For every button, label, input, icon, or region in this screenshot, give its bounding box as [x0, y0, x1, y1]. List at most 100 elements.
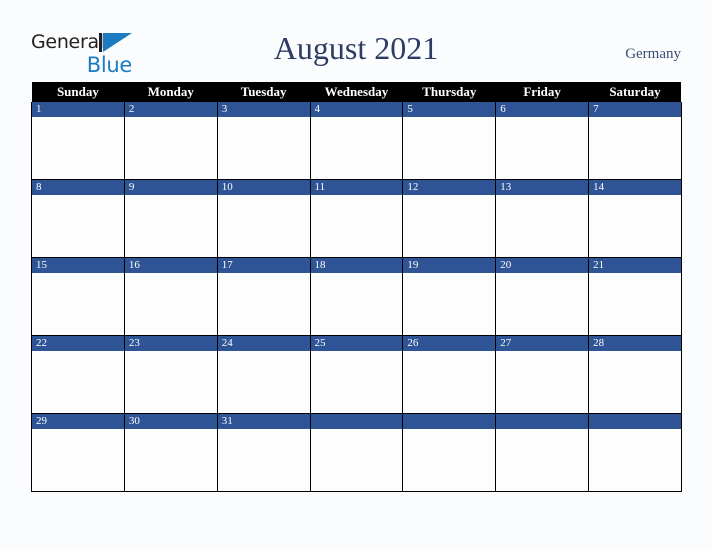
day-event-area[interactable] [32, 117, 124, 179]
calendar-day-cell[interactable]: 24 [216, 335, 311, 414]
day-event-area[interactable] [496, 117, 589, 179]
calendar-day-cell[interactable] [402, 413, 497, 492]
calendar-day-cell[interactable]: 29 [31, 413, 125, 492]
day-event-area[interactable] [32, 429, 124, 491]
day-event-area[interactable] [124, 351, 217, 413]
day-event-area[interactable] [217, 273, 310, 335]
day-number-band: 19 [403, 258, 496, 273]
calendar-day-cell[interactable]: 16 [123, 257, 218, 336]
day-number-band: 24 [217, 336, 310, 351]
day-number-band: 23 [124, 336, 217, 351]
day-event-area[interactable] [32, 195, 124, 257]
day-cell-inner: 11 [310, 180, 403, 257]
day-number-band: 11 [310, 180, 403, 195]
calendar-day-cell[interactable]: 7 [588, 102, 682, 180]
calendar-day-cell[interactable]: 15 [31, 257, 125, 336]
day-cell-inner [403, 414, 496, 491]
day-event-area[interactable] [310, 429, 403, 491]
day-event-area[interactable] [589, 117, 681, 179]
day-cell-inner: 10 [217, 180, 310, 257]
calendar-day-cell[interactable]: 17 [216, 257, 311, 336]
day-event-area[interactable] [496, 195, 589, 257]
calendar-day-cell[interactable]: 2 [123, 102, 218, 180]
day-number-band: 22 [32, 336, 124, 351]
day-cell-inner: 19 [403, 258, 496, 335]
calendar-day-cell[interactable]: 22 [31, 335, 125, 414]
day-number-band: 25 [310, 336, 403, 351]
calendar-day-cell[interactable]: 5 [402, 102, 497, 180]
calendar-day-cell[interactable]: 18 [309, 257, 404, 336]
day-cell-inner [496, 414, 589, 491]
calendar-day-cell[interactable]: 13 [495, 179, 590, 258]
calendar-day-cell[interactable]: 11 [309, 179, 404, 258]
calendar-header-row-group: Sunday Monday Tuesday Wednesday Thursday… [31, 82, 682, 102]
calendar-day-cell[interactable] [495, 413, 590, 492]
day-number-band: 1 [32, 102, 124, 117]
day-event-area[interactable] [217, 195, 310, 257]
calendar-day-cell[interactable]: 3 [216, 102, 311, 180]
calendar-day-cell[interactable]: 10 [216, 179, 311, 258]
day-event-area[interactable] [403, 195, 496, 257]
day-event-area[interactable] [32, 273, 124, 335]
day-event-area[interactable] [217, 429, 310, 491]
day-cell-inner: 16 [124, 258, 217, 335]
day-number-band: 30 [124, 414, 217, 429]
day-cell-inner: 12 [403, 180, 496, 257]
calendar-day-cell[interactable]: 12 [402, 179, 497, 258]
day-event-area[interactable] [124, 195, 217, 257]
calendar-day-cell[interactable]: 1 [31, 102, 125, 180]
day-event-area[interactable] [32, 351, 124, 413]
calendar-day-cell[interactable]: 31 [216, 413, 311, 492]
calendar-day-cell[interactable]: 26 [402, 335, 497, 414]
day-event-area[interactable] [589, 429, 681, 491]
day-cell-inner: 20 [496, 258, 589, 335]
day-number-band: 27 [496, 336, 589, 351]
calendar-day-cell[interactable]: 14 [588, 179, 682, 258]
calendar-day-cell[interactable]: 19 [402, 257, 497, 336]
day-event-area[interactable] [589, 351, 681, 413]
day-event-area[interactable] [403, 117, 496, 179]
day-event-area[interactable] [124, 429, 217, 491]
day-cell-inner: 21 [589, 258, 681, 335]
calendar-day-cell[interactable]: 6 [495, 102, 590, 180]
day-event-area[interactable] [217, 117, 310, 179]
day-event-area[interactable] [124, 117, 217, 179]
day-event-area[interactable] [403, 273, 496, 335]
calendar-day-cell[interactable]: 30 [123, 413, 218, 492]
calendar-week-row: 1234567 [31, 102, 682, 180]
calendar-day-cell[interactable] [309, 413, 404, 492]
day-cell-inner: 14 [589, 180, 681, 257]
calendar-day-cell[interactable]: 23 [123, 335, 218, 414]
day-number-band: 8 [32, 180, 124, 195]
calendar-day-cell[interactable]: 21 [588, 257, 682, 336]
day-number-band: 3 [217, 102, 310, 117]
day-event-area[interactable] [496, 429, 589, 491]
calendar-day-cell[interactable]: 27 [495, 335, 590, 414]
day-event-area[interactable] [589, 273, 681, 335]
day-event-area[interactable] [496, 351, 589, 413]
day-event-area[interactable] [589, 195, 681, 257]
day-event-area[interactable] [124, 273, 217, 335]
calendar-day-cell[interactable]: 4 [309, 102, 404, 180]
day-number-band: 15 [32, 258, 124, 273]
weekday-header-monday: Monday [124, 82, 218, 102]
day-event-area[interactable] [310, 195, 403, 257]
day-number-band: 7 [589, 102, 681, 117]
day-number-band: 29 [32, 414, 124, 429]
day-number-band-empty [589, 414, 681, 429]
calendar-day-cell[interactable]: 28 [588, 335, 682, 414]
day-event-area[interactable] [496, 273, 589, 335]
calendar-day-cell[interactable]: 8 [31, 179, 125, 258]
calendar-day-cell[interactable] [588, 413, 682, 492]
calendar-day-cell[interactable]: 20 [495, 257, 590, 336]
calendar-day-cell[interactable]: 25 [309, 335, 404, 414]
day-event-area[interactable] [310, 273, 403, 335]
day-cell-inner [589, 414, 681, 491]
calendar-day-cell[interactable]: 9 [123, 179, 218, 258]
day-event-area[interactable] [217, 351, 310, 413]
day-event-area[interactable] [403, 429, 496, 491]
day-event-area[interactable] [310, 117, 403, 179]
day-event-area[interactable] [403, 351, 496, 413]
day-event-area[interactable] [310, 351, 403, 413]
day-cell-inner: 2 [124, 102, 217, 179]
